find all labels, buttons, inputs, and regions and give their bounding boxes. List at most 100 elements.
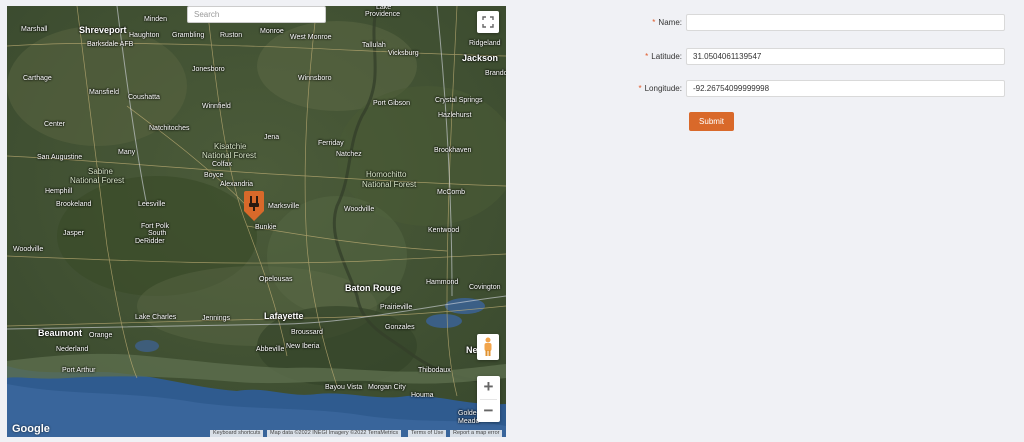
- city-label-marksville: Marksville: [268, 203, 300, 210]
- city-label-winnfield: Winnfield: [202, 103, 231, 110]
- city-label-marshall: Marshall: [21, 26, 48, 33]
- city-label-brandon: Brando: [485, 70, 506, 77]
- city-label-hammond: Hammond: [426, 279, 459, 286]
- city-label-gonzales: Gonzales: [385, 324, 415, 331]
- city-label-kentwood: Kentwood: [428, 227, 460, 234]
- city-label-nederland: Nederland: [56, 346, 89, 353]
- latitude-field[interactable]: [686, 48, 1005, 65]
- city-label-batonrouge: Baton Rouge: [345, 283, 401, 293]
- city-label-neworleans: Ne: [466, 345, 478, 355]
- city-label-portarthur: Port Arthur: [62, 367, 96, 374]
- city-label-monroe: Monroe: [260, 28, 284, 35]
- city-label-grambling: Grambling: [172, 32, 205, 39]
- city-label-vicksburg: Vicksburg: [388, 50, 419, 57]
- city-label-orange: Orange: [89, 332, 113, 339]
- city-label-tallulah: Tallulah: [362, 42, 386, 49]
- city-label-nationalforest3: National Forest: [362, 180, 417, 189]
- city-label-haughton: Haughton: [129, 32, 160, 39]
- required-mark: *: [652, 18, 656, 27]
- city-label-natchez: Natchez: [336, 151, 362, 158]
- city-label-beaumont: Beaumont: [38, 328, 83, 338]
- required-mark: *: [638, 84, 642, 93]
- longitude-label: * Longitude:: [638, 84, 682, 93]
- city-label-thibodaux: Thibodaux: [418, 367, 451, 374]
- map-marker-icon[interactable]: [244, 191, 264, 221]
- city-label-homochitto: Homochitto: [366, 170, 407, 179]
- fullscreen-button[interactable]: [477, 11, 499, 33]
- name-row: * Name:: [600, 14, 1005, 31]
- submit-button[interactable]: Submit: [689, 112, 734, 131]
- city-label-lakecharles: Lake Charles: [135, 314, 177, 321]
- keyboard-shortcuts-link[interactable]: Keyboard shortcuts: [210, 430, 264, 437]
- city-label-ridgeland: Ridgeland: [469, 40, 501, 47]
- city-label-bunkie: Bunkie: [255, 224, 277, 231]
- city-label-many: Many: [118, 149, 136, 156]
- city-label-hazlehurst: Hazlehurst: [438, 112, 472, 119]
- city-label-jackson: Jackson: [462, 53, 499, 63]
- city-label-center: Center: [44, 121, 66, 128]
- latitude-label: * Latitude:: [645, 52, 682, 61]
- city-label-hemphill: Hemphill: [45, 188, 73, 195]
- terms-of-use-link[interactable]: Terms of Use: [408, 430, 447, 437]
- map-search-input[interactable]: [187, 6, 326, 23]
- city-label-winnsboro: Winnsboro: [298, 75, 332, 82]
- city-label-ruston: Ruston: [220, 32, 243, 39]
- pegman-icon: [484, 337, 492, 356]
- location-form: *Name: *Latitude: *Longitude: Submit: [600, 0, 1024, 442]
- google-logo: Google: [12, 423, 50, 435]
- city-label-westmonroe: West Monroe: [290, 34, 332, 41]
- city-label-jennings: Jennings: [202, 315, 231, 322]
- city-label-covington: Covington: [469, 284, 501, 291]
- city-label-woodville: Woodville: [344, 206, 375, 213]
- city-label-natchitoches: Natchitoches: [149, 125, 190, 132]
- city-label-broussard: Broussard: [291, 329, 323, 336]
- city-label-leesville: Leesville: [138, 201, 166, 208]
- required-mark: *: [645, 52, 649, 61]
- zoom-out-button[interactable]: −: [477, 400, 500, 423]
- city-label-opelousas: Opelousas: [259, 276, 293, 283]
- city-label-alexandria: Alexandria: [220, 181, 254, 188]
- city-label-newiberia: New Iberia: [286, 343, 320, 350]
- name-field[interactable]: [686, 14, 1005, 31]
- city-label-houma: Houma: [411, 392, 434, 399]
- city-label-coushatta: Coushatta: [128, 94, 160, 101]
- longitude-field[interactable]: [686, 80, 1005, 97]
- zoom-in-button[interactable]: +: [477, 376, 500, 399]
- street-view-pegman-button[interactable]: [477, 334, 499, 360]
- city-label-nationalforest1: National Forest: [202, 151, 257, 160]
- city-label-mansfield: Mansfield: [89, 89, 119, 96]
- city-label-sabine: Sabine: [88, 167, 113, 176]
- city-label-golden: Golde: [458, 410, 477, 417]
- longitude-row: * Longitude:: [600, 80, 1005, 97]
- city-label-ferriday: Ferriday: [318, 140, 344, 147]
- fullscreen-icon: [482, 16, 494, 28]
- map-view[interactable]: Minden Shreveport Marshall Haughton Gramblin…: [7, 6, 506, 437]
- report-map-error-link[interactable]: Report a map error: [450, 430, 503, 437]
- city-label-fortpolk: Fort Polk: [141, 223, 170, 230]
- city-label-carthage: Carthage: [23, 75, 52, 82]
- city-label-crystalsprings: Crystal Springs: [435, 97, 483, 104]
- name-label: * Name:: [652, 18, 682, 27]
- city-label-jasper: Jasper: [63, 230, 85, 237]
- city-label-portgibson: Port Gibson: [373, 100, 410, 107]
- city-label-shreveport: Shreveport: [79, 25, 127, 35]
- city-label-south: South: [148, 230, 167, 237]
- city-label-colfax: Colfax: [212, 161, 232, 168]
- city-label-kisatchie: Kisatchie: [214, 142, 247, 151]
- city-label-bayouvista: Bayou Vista: [325, 384, 363, 391]
- map-data-attribution: Map data ©2022 INEGI Imagery ©2022 Terra…: [267, 430, 402, 437]
- city-label-morgancity: Morgan City: [368, 384, 406, 391]
- city-label-prairieville: Prairieville: [380, 304, 413, 311]
- city-label-boyce: Boyce: [204, 172, 224, 179]
- city-label-jonesboro: Jonesboro: [192, 66, 225, 73]
- city-label-mccomb: McComb: [437, 189, 466, 196]
- city-label-minden: Minden: [144, 16, 167, 23]
- city-label-nationalforest2: National Forest: [70, 176, 125, 185]
- city-label-brookhaven: Brookhaven: [434, 147, 472, 154]
- city-label-deridder: DeRidder: [135, 238, 165, 245]
- zoom-control: + −: [477, 376, 500, 422]
- city-label-providence: Providence: [365, 11, 401, 18]
- city-label-woodville2: Woodville: [13, 246, 44, 253]
- city-label-barksdale: Barksdale AFB: [87, 41, 134, 48]
- city-label-brookeland: Brookeland: [56, 201, 92, 208]
